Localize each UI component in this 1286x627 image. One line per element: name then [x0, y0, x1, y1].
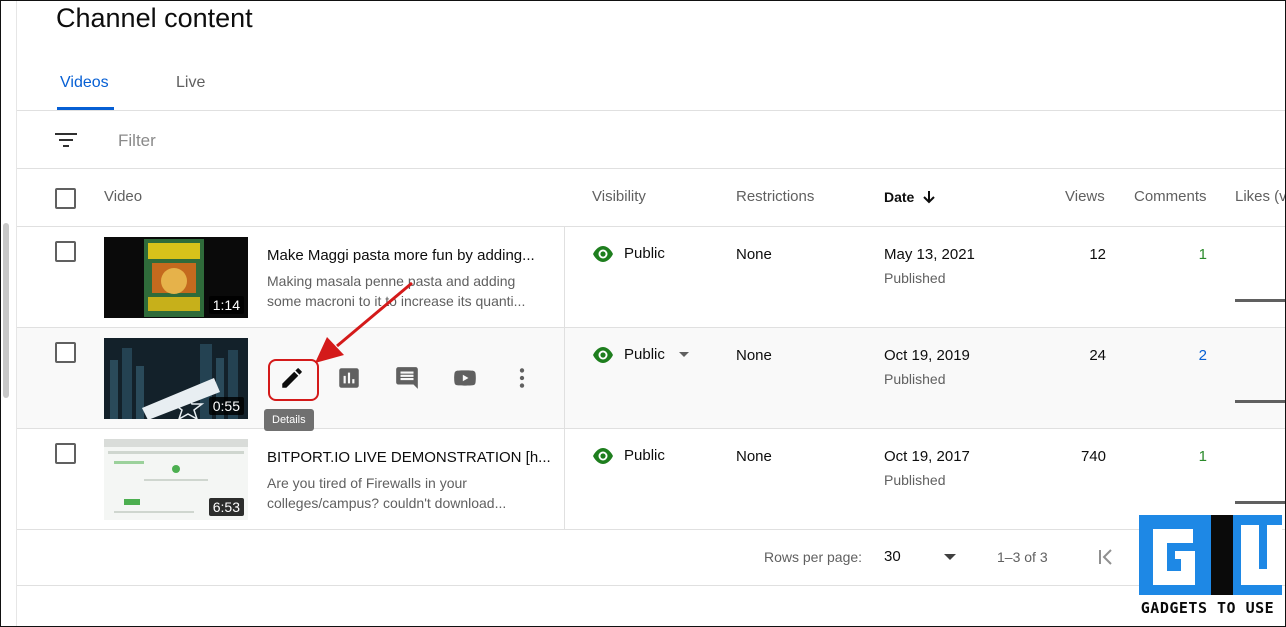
app-window: Channel content Videos Live Filter Video… — [0, 0, 1286, 627]
date-cell: Oct 19, 2017 — [884, 448, 970, 465]
video-duration: 0:55 — [208, 397, 244, 415]
comments-cell[interactable]: 1 — [1137, 448, 1207, 465]
filter-icon[interactable] — [55, 132, 77, 148]
tab-bar: Videos Live — [17, 61, 1285, 111]
column-header-likes[interactable]: Likes (v — [1235, 188, 1285, 205]
video-description-line: Are you tired of Firewalls in your — [267, 475, 467, 491]
column-divider — [564, 429, 565, 529]
visibility-cell[interactable]: Public — [592, 447, 665, 464]
video-description: Are you tired of Firewalls in your colle… — [267, 473, 557, 513]
logo-text: GADGETS TO USE — [1140, 599, 1275, 617]
table-header: Video Visibility Restrictions Date Views… — [17, 169, 1285, 227]
column-header-views[interactable]: Views — [1065, 188, 1105, 205]
table-row[interactable]: 0:55 Details Public None Oct 19, 2019 Pu… — [17, 328, 1285, 431]
visibility-label: Public — [624, 346, 665, 363]
page-range: 1–3 of 3 — [997, 549, 1048, 565]
date-cell: May 13, 2021 — [884, 246, 975, 263]
select-all-checkbox[interactable] — [55, 188, 76, 209]
youtube-icon[interactable] — [452, 365, 478, 391]
comments-cell[interactable]: 2 — [1137, 347, 1207, 364]
page-scrollbar[interactable] — [3, 223, 9, 398]
rows-per-page-select[interactable]: 30 — [884, 548, 901, 565]
views-cell: 740 — [1080, 448, 1106, 465]
column-divider — [564, 328, 565, 428]
likes-bar — [1235, 400, 1285, 403]
video-duration: 1:14 — [208, 296, 244, 314]
row-checkbox[interactable] — [55, 443, 76, 464]
visibility-cell[interactable]: Public — [592, 346, 689, 363]
filter-input[interactable]: Filter — [118, 131, 156, 151]
views-cell: 12 — [1089, 246, 1106, 263]
visibility-label: Public — [624, 447, 665, 464]
eye-icon — [593, 245, 613, 262]
visibility-label: Public — [624, 245, 665, 262]
restrictions-cell: None — [736, 448, 772, 465]
channel-content-panel: Channel content Videos Live Filter Video… — [16, 1, 1285, 626]
details-tooltip: Details — [264, 409, 314, 431]
likes-bar — [1235, 299, 1285, 302]
visibility-cell[interactable]: Public — [592, 245, 665, 262]
pagination-bar: Rows per page: 30 1–3 of 3 — [17, 528, 1285, 586]
column-header-restrictions[interactable]: Restrictions — [736, 188, 814, 205]
column-divider — [564, 227, 565, 327]
rows-per-page-label: Rows per page: — [764, 549, 863, 565]
video-title[interactable]: BITPORT.IO LIVE DEMONSTRATION [h... — [267, 449, 557, 466]
filter-bar[interactable]: Filter — [17, 112, 1285, 169]
video-duration: 6:53 — [208, 498, 244, 516]
video-description-line: colleges/campus? couldn't download... — [267, 495, 507, 511]
column-header-video: Video — [104, 188, 143, 205]
visibility-dropdown-icon[interactable] — [678, 352, 689, 357]
likes-bar — [1235, 501, 1285, 504]
tab-live[interactable]: Live — [176, 74, 205, 92]
first-page-icon[interactable] — [1095, 546, 1117, 568]
eye-icon — [593, 346, 613, 363]
arrow-down-icon — [923, 191, 935, 204]
column-header-date[interactable]: Date — [884, 189, 936, 205]
comments-icon[interactable] — [394, 365, 420, 391]
video-description-line: Making masala penne pasta and adding — [267, 273, 516, 289]
analytics-icon[interactable] — [336, 365, 362, 391]
video-thumbnail[interactable]: 0:55 — [104, 338, 248, 419]
chevron-down-icon[interactable] — [944, 554, 956, 560]
active-tab-indicator — [57, 107, 114, 110]
comments-cell[interactable]: 1 — [1137, 246, 1207, 263]
page-title: Channel content — [56, 3, 253, 33]
video-description-line: some macroni to it to increase its quant… — [267, 293, 526, 309]
video-thumbnail[interactable]: 1:14 — [104, 237, 248, 318]
date-cell: Oct 19, 2019 — [884, 347, 970, 364]
more-options-icon[interactable] — [509, 365, 535, 391]
table-row[interactable]: 6:53 BITPORT.IO LIVE DEMONSTRATION [h...… — [17, 429, 1285, 530]
column-header-visibility[interactable]: Visibility — [592, 188, 646, 205]
row-checkbox[interactable] — [55, 241, 76, 262]
eye-icon — [593, 447, 613, 464]
video-title[interactable]: Make Maggi pasta more fun by adding... — [267, 247, 557, 264]
column-header-date-label: Date — [884, 189, 915, 205]
table-row[interactable]: 1:14 Make Maggi pasta more fun by adding… — [17, 227, 1285, 328]
publish-status: Published — [884, 270, 946, 286]
video-thumbnail[interactable]: 6:53 — [104, 439, 248, 520]
tab-videos[interactable]: Videos — [60, 74, 109, 92]
column-header-comments[interactable]: Comments — [1134, 188, 1207, 205]
publish-status: Published — [884, 371, 946, 387]
video-description: Making masala penne pasta and adding som… — [267, 271, 557, 311]
restrictions-cell: None — [736, 347, 772, 364]
row-checkbox[interactable] — [55, 342, 76, 363]
restrictions-cell: None — [736, 246, 772, 263]
details-highlight-box — [268, 359, 319, 401]
gadgets-to-use-logo: GADGETS TO USE — [1139, 513, 1282, 625]
publish-status: Published — [884, 472, 946, 488]
views-cell: 24 — [1089, 347, 1106, 364]
